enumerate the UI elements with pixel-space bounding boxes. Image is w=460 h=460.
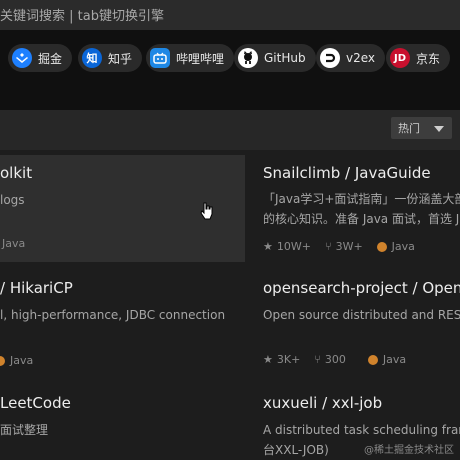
zhihu-icon: 知 bbox=[82, 48, 102, 68]
repo-title[interactable]: Snailclimb / JavaGuide bbox=[263, 164, 431, 182]
repo-language: Java bbox=[382, 353, 407, 366]
search-hint: 关键词搜索 | tab键切换引擎 bbox=[0, 9, 164, 24]
site-chip-label: v2ex bbox=[346, 51, 376, 65]
watermark: @稀土掘金技术社区 bbox=[364, 445, 454, 456]
repo-stats: ★ 10W+ ⑂ 3W+ Java bbox=[263, 240, 415, 253]
sort-select-value: 热门 bbox=[398, 122, 420, 135]
fork-icon: ⑂ bbox=[314, 353, 321, 366]
star-count: 3K+ bbox=[276, 353, 301, 366]
repo-description: 的核心知识。准备 Java 面试，首选 J bbox=[263, 212, 460, 226]
repo-stats: Java bbox=[0, 354, 33, 367]
star-count: 10W+ bbox=[276, 240, 311, 253]
fork-count: 3W+ bbox=[335, 240, 363, 253]
bilibili-icon bbox=[150, 48, 170, 68]
sort-select[interactable]: 热门 bbox=[391, 117, 452, 139]
site-chip-bilibili[interactable]: 哔哩哔哩 bbox=[146, 44, 235, 72]
repo-language: Java bbox=[2, 237, 26, 250]
site-chip-juejin[interactable]: 掘金 bbox=[8, 44, 73, 72]
site-chip-label: 哔哩哔哩 bbox=[176, 51, 225, 66]
site-chip-github[interactable]: GitHub bbox=[234, 44, 316, 72]
repo-description: 面试整理 bbox=[0, 423, 49, 437]
language-dot bbox=[367, 354, 378, 365]
fork-count: 300 bbox=[324, 353, 346, 366]
repo-description: logs bbox=[0, 193, 25, 207]
repo-title[interactable]: opensearch-project / OpenS bbox=[263, 279, 460, 297]
site-chip-label: 知乎 bbox=[108, 51, 133, 66]
fork-icon: ⑂ bbox=[324, 240, 332, 253]
repo-title[interactable]: / HikariCP bbox=[0, 279, 73, 297]
repo-stats: ★ 3K+ ⑂ 300 Java bbox=[263, 353, 406, 366]
repo-description: l, high-performance, JDBC connection bbox=[0, 308, 226, 322]
search-bar[interactable]: 关键词搜索 | tab键切换引擎 bbox=[0, 0, 460, 30]
github-icon bbox=[238, 48, 258, 68]
site-chip-jd[interactable]: JD 京东 bbox=[386, 44, 451, 72]
site-shortcut-bar: 掘金 知 知乎 哔哩哔哩 GitHub v2ex JD 京东 bbox=[0, 30, 460, 110]
repo-description: A distributed task scheduling frame bbox=[263, 423, 460, 437]
repo-description: 台XXL-JOB) bbox=[263, 443, 329, 457]
site-chip-zhihu[interactable]: 知 知乎 bbox=[78, 44, 143, 72]
site-chip-label: GitHub bbox=[264, 51, 306, 65]
jd-icon: JD bbox=[390, 48, 410, 68]
site-chip-label: 京东 bbox=[416, 51, 441, 66]
repo-description: Open source distributed and REST bbox=[263, 308, 460, 322]
juejin-icon bbox=[12, 48, 32, 68]
site-chip-v2ex[interactable]: v2ex bbox=[316, 44, 386, 72]
v2ex-icon bbox=[320, 48, 340, 68]
language-dot bbox=[0, 355, 5, 366]
mouse-cursor-icon bbox=[200, 202, 214, 224]
repo-title[interactable]: LeetCode bbox=[0, 394, 71, 412]
chevron-down-icon bbox=[434, 126, 444, 132]
repo-title[interactable]: olkit bbox=[0, 164, 32, 182]
repo-language: Java bbox=[10, 354, 34, 367]
repo-language: Java bbox=[391, 240, 415, 253]
star-icon: ★ bbox=[263, 353, 273, 366]
repo-title[interactable]: xuxueli / xxl-job bbox=[263, 394, 382, 412]
site-chip-label: 掘金 bbox=[38, 51, 63, 66]
repo-description: 「Java学习+面试指南」一份涵盖大部 bbox=[263, 192, 460, 206]
language-dot bbox=[376, 241, 387, 252]
star-icon: ★ bbox=[263, 240, 273, 253]
